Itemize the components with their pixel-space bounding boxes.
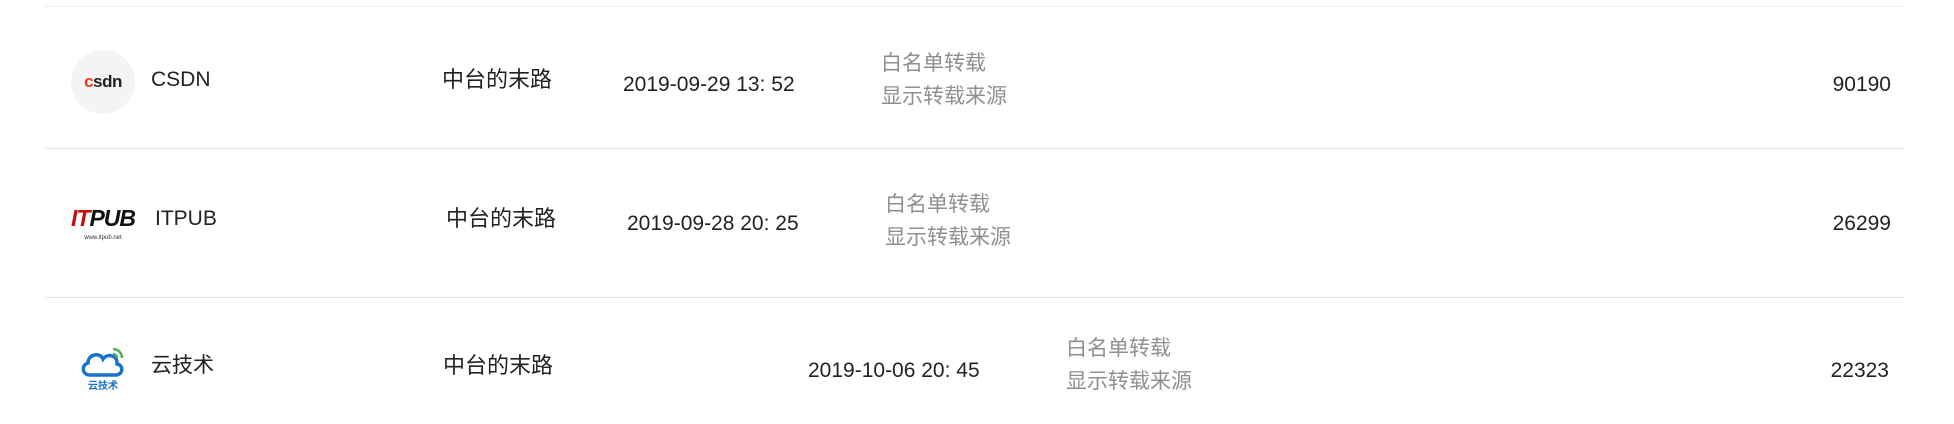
author-name: 中台的末路 [442,67,553,92]
permission-list: 白名单转载 显示转载来源 [885,188,1011,254]
permission-list: 白名单转载 显示转载来源 [881,47,1007,113]
site-name: 云技术 [151,354,214,377]
itpub-logo-icon: ITPUB www.itpub.net [71,192,136,256]
itpub-logo-subtext: www.itpub.net [84,235,122,241]
permission-show-source: 显示转载来源 [881,85,1007,108]
itpub-logo-text: ITPUB [71,205,136,231]
permission-show-source: 显示转载来源 [885,226,1011,249]
publish-date: 2019-09-28 20: 25 [627,212,799,235]
table-row: ITPUB www.itpub.net ITPUB 中台的末路 2019-09-… [45,148,1905,298]
site-name: ITPUB [155,207,217,230]
view-count: 26299 [1832,212,1891,235]
view-count: 22323 [1830,359,1889,382]
publish-date: 2019-10-06 20: 45 [808,359,980,382]
permission-whitelist: 白名单转载 [881,52,986,75]
table-row: 云技术 云技术 中台的末路 2019-10-06 20: 45 白名单转载 显示… [45,297,1905,424]
cloud-icon [81,347,124,377]
author-name: 中台的末路 [443,353,554,378]
permission-whitelist: 白名单转载 [885,193,990,216]
permission-show-source: 显示转载来源 [1066,370,1192,393]
csdn-logo-text: csdn [84,72,122,91]
permission-list: 白名单转载 显示转载来源 [1066,332,1192,398]
publish-date: 2019-09-29 13: 52 [623,73,795,96]
permission-whitelist: 白名单转载 [1066,337,1171,360]
csdn-logo-icon: csdn [71,50,135,114]
table-row: csdn CSDN 中台的末路 2019-09-29 13: 52 白名单转载 … [45,7,1905,149]
cloud-tech-logo-text: 云技术 [88,381,118,392]
view-count: 90190 [1832,73,1891,96]
cloud-tech-logo-icon: 云技术 [71,337,135,401]
author-name: 中台的末路 [446,206,557,231]
site-name: CSDN [151,68,211,91]
